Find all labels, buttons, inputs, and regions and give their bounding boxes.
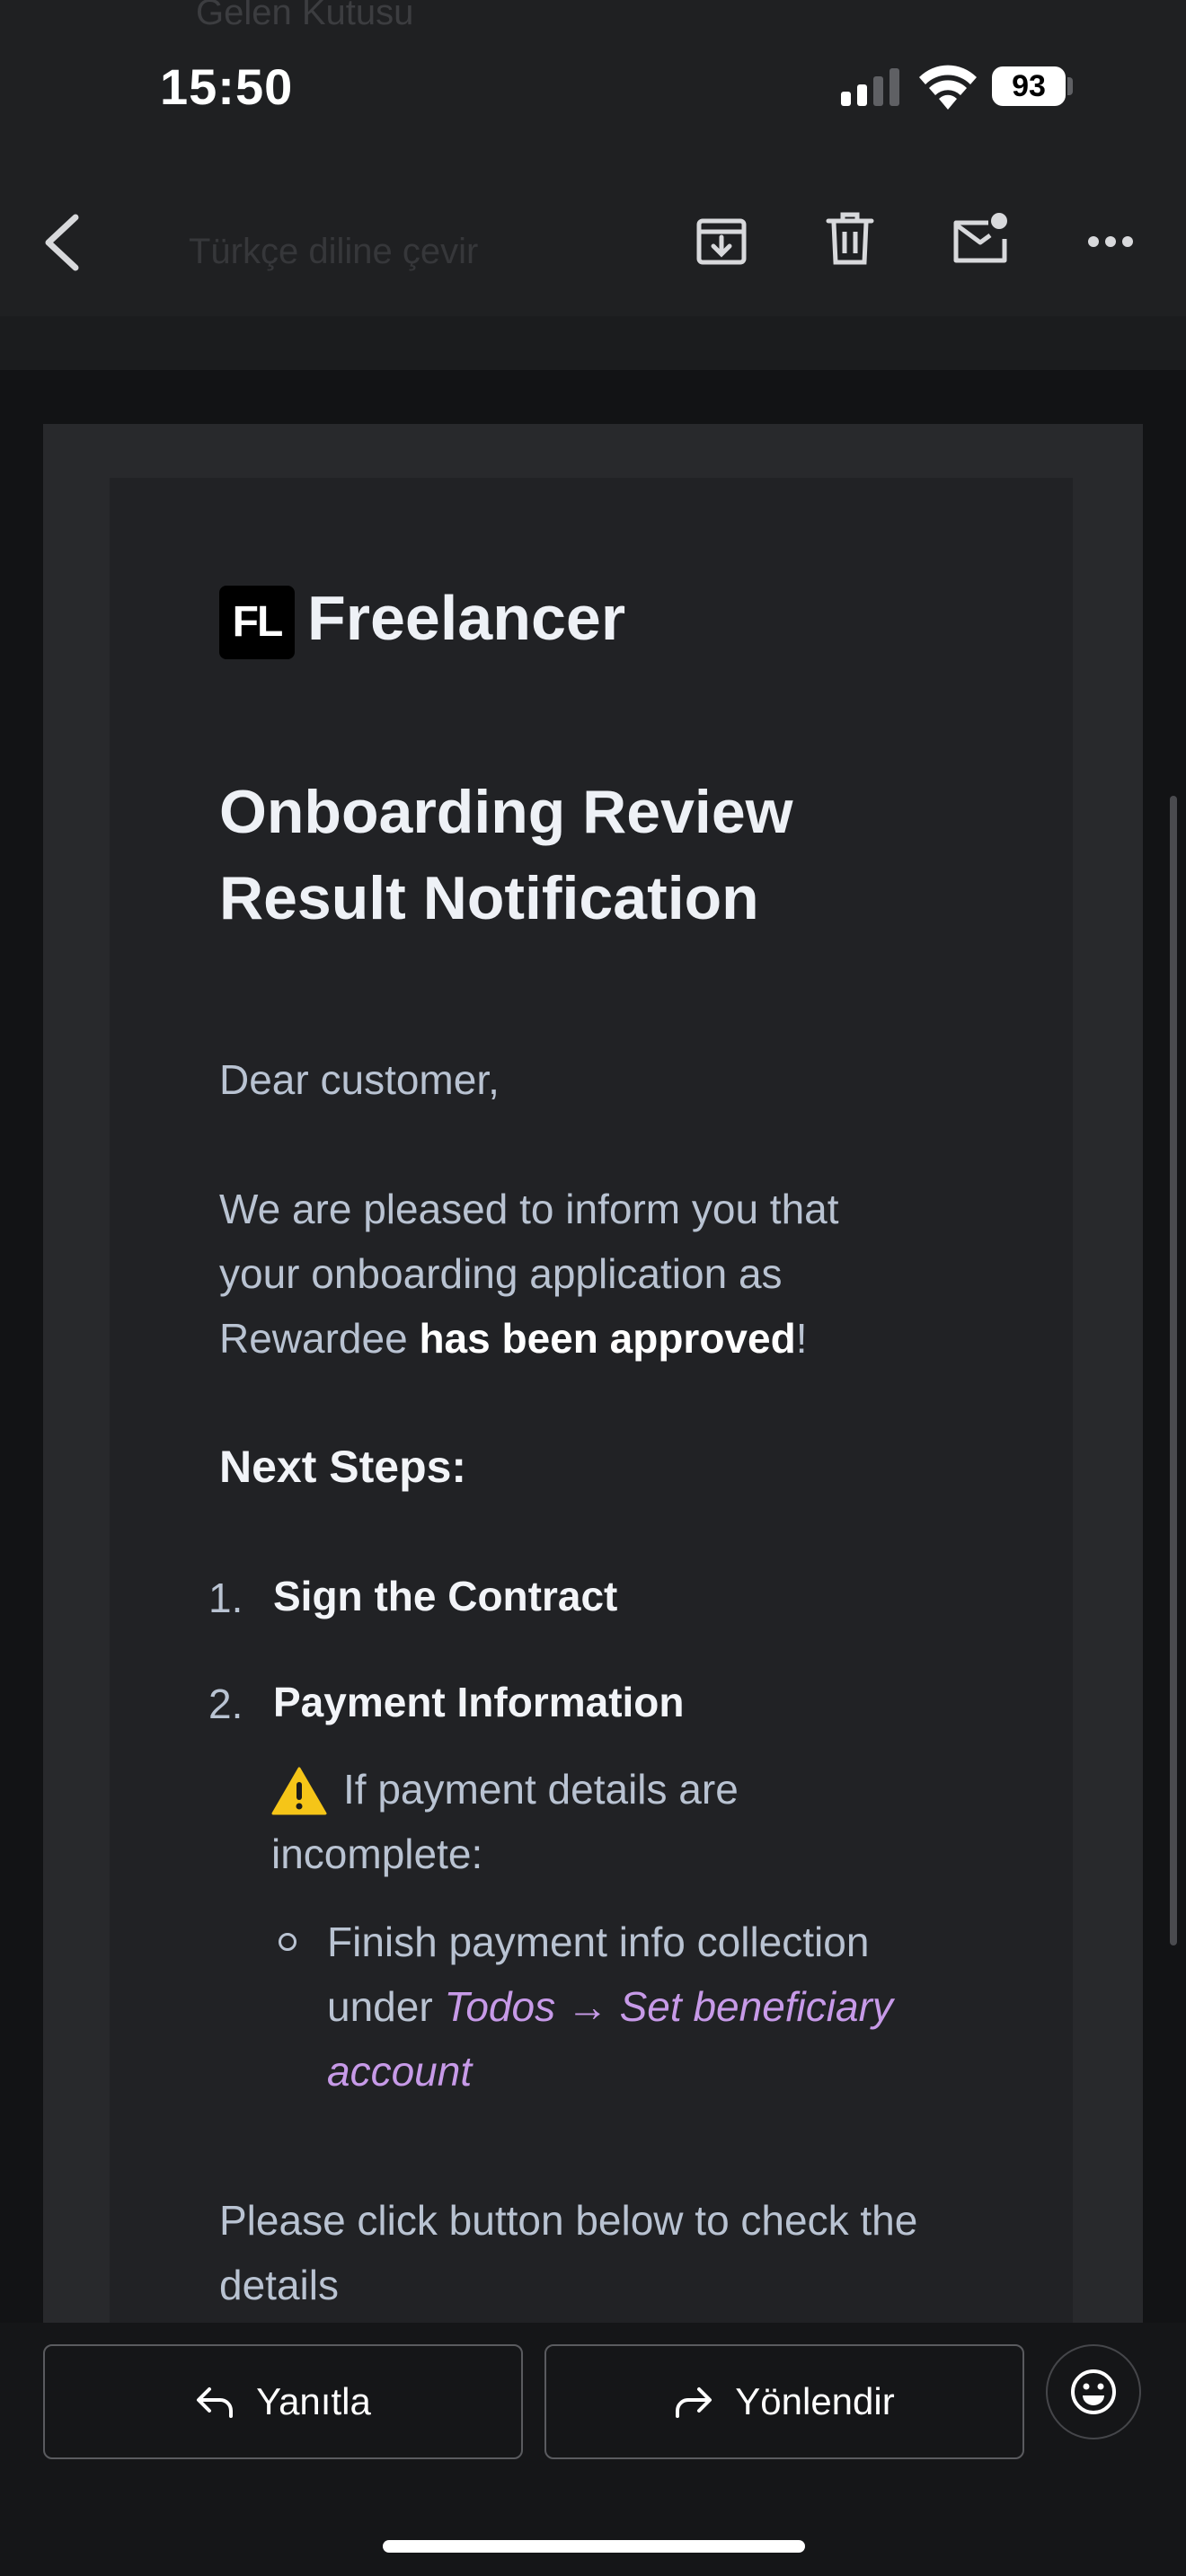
battery-indicator: 93 [992, 66, 1066, 106]
archive-icon[interactable] [694, 212, 749, 268]
title-line-1: Onboarding Review [219, 778, 793, 846]
more-icon[interactable] [1087, 235, 1134, 248]
body-line-3: Rewardee has been approved! [219, 1306, 992, 1371]
cta-line-2: details [219, 2262, 339, 2308]
cta-paragraph: Please click button below to check the d… [219, 2188, 992, 2317]
reply-label: Yanıtla [256, 2380, 371, 2422]
smiley-icon [1071, 2369, 1116, 2414]
wifi-icon [919, 65, 977, 110]
cellular-signal-icon [841, 68, 899, 106]
cta-line-1: Please click button below to check the [219, 2197, 918, 2244]
todos-link[interactable]: Todos → Set beneficiary [444, 1983, 892, 2030]
step-payment-information: Payment Information [273, 1679, 685, 1725]
body-text-end: ! [795, 1315, 808, 1362]
email-title: Onboarding Review Result Notification [219, 769, 956, 941]
payment-sub-item: Finish payment info collection under Tod… [327, 1910, 1010, 2104]
body-line-2: your onboarding application as [219, 1250, 783, 1297]
emoji-reaction-button[interactable] [1046, 2344, 1141, 2439]
todos-link-continued[interactable]: account [327, 2039, 1010, 2104]
reply-button[interactable]: Yanıtla [43, 2344, 523, 2459]
ghost-subject: Gelen Kutusu [196, 0, 414, 32]
sub-line-1: Finish payment info collection [327, 1919, 870, 1965]
bullet-icon [279, 1933, 296, 1951]
back-icon[interactable] [40, 212, 81, 273]
mail-unread-icon[interactable] [951, 212, 1010, 266]
body-text: Rewardee [219, 1315, 420, 1362]
step-sign-contract: Sign the Contract [273, 1573, 618, 1619]
translate-label: Türkçe diline çevir [189, 232, 479, 271]
trash-icon[interactable] [825, 210, 875, 268]
greeting: Dear customer, [219, 1056, 500, 1103]
title-line-2: Result Notification [219, 864, 759, 932]
step-number: 1. [208, 1575, 243, 1621]
reply-icon [197, 2387, 234, 2418]
status-time: 15:50 [160, 58, 294, 115]
next-steps-heading: Next Steps: [219, 1442, 467, 1492]
sub-text: under [327, 1983, 445, 2030]
forward-button[interactable]: Yönlendir [544, 2344, 1024, 2459]
approval-paragraph: We are pleased to inform you that your o… [219, 1177, 992, 1371]
body-line-1: We are pleased to inform you that [219, 1186, 839, 1232]
freelancer-logo-text: Freelancer [307, 583, 626, 653]
step-number: 2. [208, 1681, 243, 1727]
freelancer-logo-icon: FL [219, 586, 295, 659]
warning-line-2: incomplete: [271, 1831, 483, 1877]
toolbar-shadow [0, 316, 1186, 370]
forward-label: Yönlendir [735, 2380, 895, 2422]
forward-icon [676, 2387, 712, 2418]
warning-text: If payment details are incomplete: [271, 1757, 954, 1886]
sub-line-2: under Todos → Set beneficiary [327, 1974, 1010, 2039]
warning-line-1: If payment details are [343, 1766, 739, 1813]
approved-text: has been approved [419, 1315, 796, 1362]
home-indicator [383, 2540, 805, 2553]
battery-cap [1067, 77, 1073, 95]
scrollbar[interactable] [1170, 796, 1177, 1945]
